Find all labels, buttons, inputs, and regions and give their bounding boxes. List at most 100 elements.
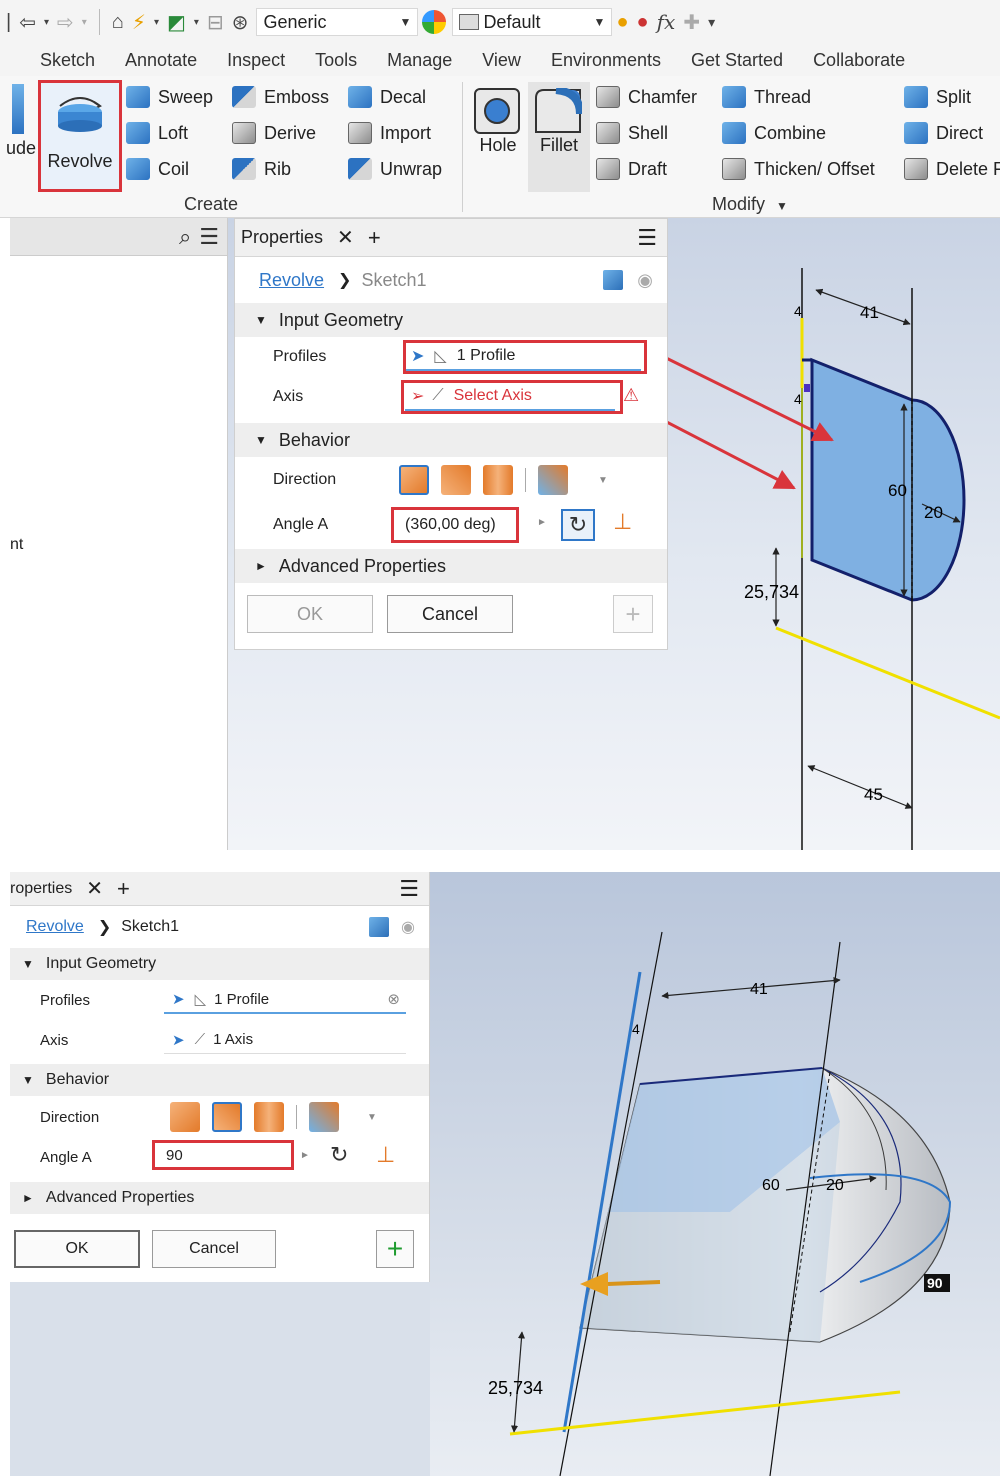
coil-button[interactable]: Coil bbox=[126, 154, 189, 184]
full-revolution-icon[interactable]: ↻ bbox=[561, 509, 595, 541]
chevron-down-icon[interactable]: ▼ bbox=[598, 475, 608, 486]
menu-icon[interactable]: ☰ bbox=[199, 224, 219, 250]
tab-manage[interactable]: Manage bbox=[387, 50, 452, 71]
fillet-button[interactable]: Fillet bbox=[528, 82, 590, 192]
loft-button[interactable]: Loft bbox=[126, 118, 188, 148]
angle-menu-arrow-icon[interactable]: ► bbox=[537, 517, 547, 528]
full-revolution-icon[interactable]: ↻ bbox=[330, 1142, 348, 1168]
search-icon[interactable]: ⌕ bbox=[179, 224, 191, 250]
breadcrumb-sketch[interactable]: Sketch1 bbox=[121, 918, 179, 936]
thicken-offset-button[interactable]: Thicken/ Offset bbox=[722, 154, 875, 184]
update-icon[interactable]: ⚡ bbox=[132, 10, 146, 35]
breadcrumb-feature-link[interactable]: Revolve bbox=[26, 918, 84, 936]
part-cube-icon[interactable] bbox=[369, 917, 390, 937]
section-advanced-properties[interactable]: ► Advanced Properties bbox=[235, 549, 667, 583]
dropdown-icon[interactable]: ▾ bbox=[82, 17, 87, 28]
measure-icon[interactable]: ⊟ bbox=[207, 10, 224, 35]
section-advanced-properties[interactable]: ► Advanced Properties bbox=[10, 1182, 429, 1214]
sweep-button[interactable]: Sweep bbox=[126, 82, 213, 112]
dropdown-icon[interactable]: ▾ bbox=[194, 17, 199, 28]
section-input-geometry[interactable]: ▼ Input Geometry bbox=[235, 303, 667, 337]
draft-button[interactable]: Draft bbox=[596, 154, 667, 184]
clear-appearance-icon[interactable]: ● bbox=[637, 11, 649, 34]
graphics-viewport-preview[interactable]: 41 4 60 20 25,734 90 bbox=[430, 872, 1000, 1476]
derive-button[interactable]: Derive bbox=[232, 118, 316, 148]
part-cube-icon[interactable] bbox=[603, 270, 624, 290]
close-icon[interactable]: ✕ bbox=[337, 225, 354, 250]
breadcrumb-sketch[interactable]: Sketch1 bbox=[361, 270, 426, 291]
direction-asymmetric-icon[interactable] bbox=[538, 465, 568, 495]
section-behavior[interactable]: ▼ Behavior bbox=[235, 423, 667, 457]
dropdown-icon[interactable]: ▾ bbox=[44, 17, 49, 28]
menu-icon[interactable]: ☰ bbox=[637, 225, 657, 251]
tab-inspect[interactable]: Inspect bbox=[227, 50, 285, 71]
chevron-down-icon[interactable]: ▼ bbox=[367, 1112, 377, 1123]
browser-node-fragment[interactable]: nt bbox=[10, 536, 23, 554]
modify-group-label[interactable]: Modify ▼ bbox=[712, 194, 788, 215]
to-face-icon[interactable]: ⊥ bbox=[613, 509, 632, 535]
ok-button[interactable]: OK bbox=[14, 1230, 140, 1268]
customize-icon[interactable]: ▾ bbox=[708, 14, 715, 31]
redo-icon[interactable]: ⇨ bbox=[57, 10, 74, 35]
adjust-appearance-icon[interactable]: ● bbox=[616, 11, 628, 34]
tab-view[interactable]: View bbox=[482, 50, 521, 71]
plus-icon[interactable]: ✚ bbox=[683, 10, 700, 35]
properties-tab-title[interactable]: Properties bbox=[241, 227, 323, 248]
apply-plus-button[interactable]: + bbox=[613, 595, 653, 633]
appearance-dropdown[interactable]: Default ▼ bbox=[452, 8, 613, 36]
visibility-eye-icon[interactable]: ◉ bbox=[401, 917, 415, 937]
visual-style-dropdown[interactable]: Generic ▼ bbox=[256, 8, 419, 36]
unwrap-button[interactable]: Unwrap bbox=[348, 154, 442, 184]
direction-flipped-icon[interactable] bbox=[212, 1102, 242, 1132]
tab-collaborate[interactable]: Collaborate bbox=[813, 50, 905, 71]
section-input-geometry[interactable]: ▼ Input Geometry bbox=[10, 948, 429, 980]
visibility-eye-icon[interactable]: ◉ bbox=[637, 270, 653, 291]
cancel-button[interactable]: Cancel bbox=[387, 595, 513, 633]
color-wheel-icon[interactable] bbox=[422, 10, 447, 34]
cancel-button[interactable]: Cancel bbox=[152, 1230, 276, 1268]
shell-button[interactable]: Shell bbox=[596, 118, 668, 148]
tab-environments[interactable]: Environments bbox=[551, 50, 661, 71]
direct-button[interactable]: Direct bbox=[904, 118, 983, 148]
tab-get-started[interactable]: Get Started bbox=[691, 50, 783, 71]
import-button[interactable]: Import bbox=[348, 118, 431, 148]
ok-button[interactable]: OK bbox=[247, 595, 373, 633]
undo-icon[interactable]: ⇦ bbox=[19, 10, 36, 35]
tab-annotate[interactable]: Annotate bbox=[125, 50, 197, 71]
decal-button[interactable]: Decal bbox=[348, 82, 426, 112]
tab-sketch[interactable]: Sketch bbox=[40, 50, 95, 71]
apply-plus-button[interactable]: + bbox=[376, 1230, 414, 1268]
close-icon[interactable]: ✕ bbox=[86, 876, 103, 901]
angle-menu-arrow-icon[interactable]: ► bbox=[300, 1150, 310, 1161]
tab-tools[interactable]: Tools bbox=[315, 50, 357, 71]
breadcrumb-feature-link[interactable]: Revolve bbox=[259, 270, 324, 291]
properties-tab-title[interactable]: roperties bbox=[10, 880, 72, 898]
material-icon[interactable]: ⊛ bbox=[232, 10, 249, 35]
direction-symmetric-icon[interactable] bbox=[483, 465, 513, 495]
direction-symmetric-icon[interactable] bbox=[254, 1102, 284, 1132]
select-icon[interactable]: ◩ bbox=[167, 10, 186, 35]
combine-button[interactable]: Combine bbox=[722, 118, 826, 148]
home-icon[interactable]: ⌂ bbox=[112, 11, 124, 34]
rib-button[interactable]: Rib bbox=[232, 154, 291, 184]
direction-default-icon[interactable] bbox=[399, 465, 429, 495]
profiles-selector[interactable]: ➤ ◺ 1 Profile ⊗ bbox=[164, 986, 406, 1014]
split-button[interactable]: Split bbox=[904, 82, 971, 112]
to-face-icon[interactable]: ⊥ bbox=[376, 1142, 395, 1168]
section-behavior[interactable]: ▼ Behavior bbox=[10, 1064, 429, 1096]
clear-selection-icon[interactable]: ⊗ bbox=[387, 990, 400, 1008]
direction-default-icon[interactable] bbox=[170, 1102, 200, 1132]
delete-face-button[interactable]: Delete F bbox=[904, 154, 1000, 184]
hole-button[interactable]: Hole bbox=[468, 82, 528, 192]
axis-selector[interactable]: ➤ ⟋ 1 Axis bbox=[164, 1026, 406, 1054]
fx-icon[interactable]: fx bbox=[657, 10, 676, 34]
chamfer-button[interactable]: Chamfer bbox=[596, 82, 697, 112]
direction-asymmetric-icon[interactable] bbox=[309, 1102, 339, 1132]
add-tab-icon[interactable]: + bbox=[117, 876, 130, 902]
dropdown-icon[interactable]: ▾ bbox=[154, 17, 159, 28]
thread-button[interactable]: Thread bbox=[722, 82, 811, 112]
add-tab-icon[interactable]: + bbox=[368, 225, 381, 251]
menu-icon[interactable]: ☰ bbox=[399, 876, 419, 902]
emboss-button[interactable]: Emboss bbox=[232, 82, 329, 112]
direction-flipped-icon[interactable] bbox=[441, 465, 471, 495]
